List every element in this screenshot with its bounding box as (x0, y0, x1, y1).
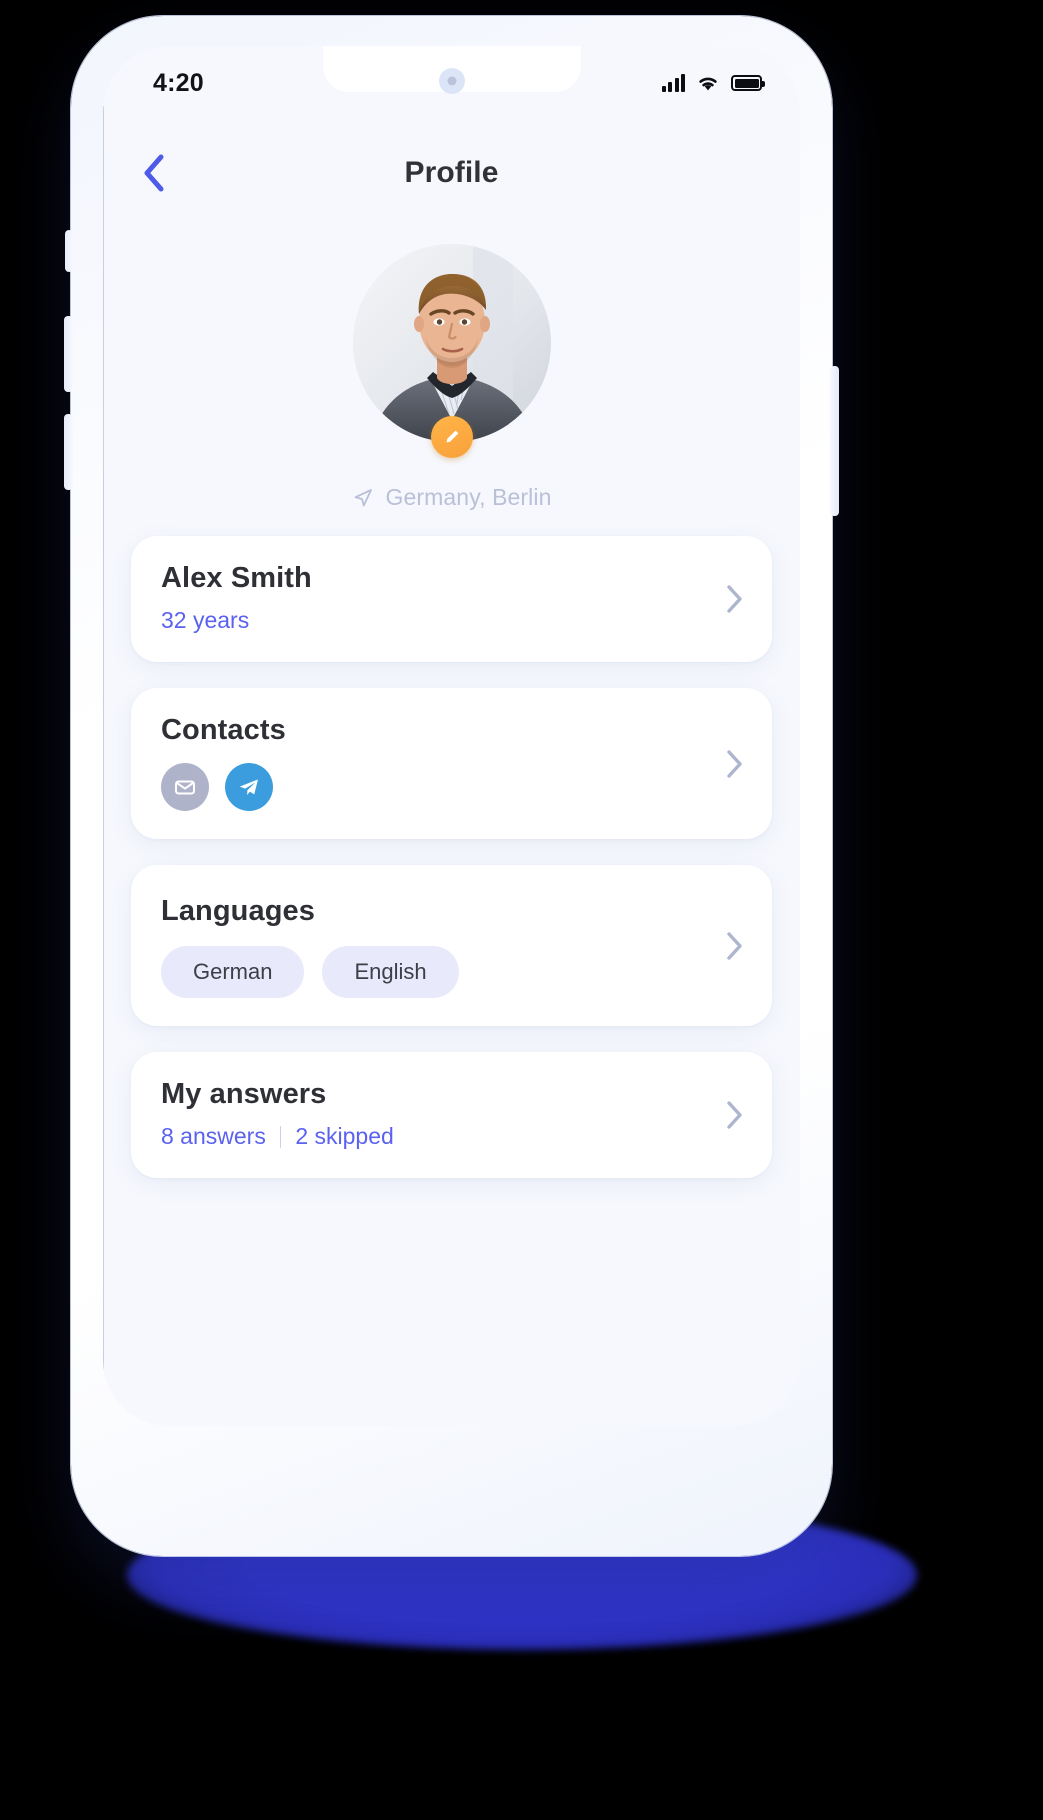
telegram-icon[interactable] (225, 763, 273, 811)
navigation-header: Profile (103, 142, 800, 204)
chevron-right-icon[interactable] (718, 583, 750, 615)
avatar-container (352, 244, 551, 458)
language-chip[interactable]: English (322, 946, 459, 998)
navigation-arrow-icon (354, 488, 372, 506)
skipped-count: 2 skipped (295, 1123, 394, 1149)
languages-title: Languages (161, 895, 315, 927)
chevron-right-icon[interactable] (718, 930, 750, 962)
back-button[interactable] (125, 144, 183, 202)
language-chips-row: German English (161, 946, 742, 998)
phone-screen: 4:20 Profile Germany, Berlin Alex Smith … (103, 46, 800, 1426)
volume-down-button[interactable] (64, 414, 73, 490)
volume-up-button[interactable] (64, 316, 73, 392)
wifi-icon (699, 77, 717, 91)
avatar-photo (352, 244, 551, 442)
user-age: 32 years (161, 607, 250, 633)
card-name[interactable]: Alex Smith 32 years (131, 536, 772, 662)
chevron-right-icon[interactable] (718, 748, 750, 780)
user-name: Alex Smith (161, 562, 312, 594)
card-contacts[interactable]: Contacts (131, 688, 772, 839)
location-text: Germany, Berlin (385, 484, 552, 510)
power-button[interactable] (830, 366, 839, 516)
status-icons (661, 74, 765, 92)
location-row: Germany, Berlin (103, 484, 800, 511)
page-title: Profile (404, 156, 499, 189)
avatar[interactable] (352, 244, 551, 442)
chevron-left-icon (144, 154, 164, 192)
cellular-signal-icon (661, 74, 685, 92)
screenshot-stage: 4:20 Profile Germany, Berlin Alex Smith … (0, 0, 1043, 1820)
answers-meta-row: 8 answers 2 skipped (161, 1123, 742, 1150)
card-languages[interactable]: Languages German English (131, 865, 772, 1026)
profile-cards-list: Alex Smith 32 years Contacts Languages G… (103, 536, 800, 1178)
screen-edge-line (103, 106, 104, 1396)
card-my-answers[interactable]: My answers 8 answers 2 skipped (131, 1052, 772, 1178)
answers-count: 8 answers (161, 1123, 266, 1149)
battery-full-icon (731, 75, 765, 91)
pencil-edit-icon (446, 430, 458, 443)
silent-switch-button[interactable] (65, 230, 73, 272)
status-time: 4:20 (153, 68, 204, 97)
language-chip[interactable]: German (161, 946, 305, 998)
email-icon[interactable] (161, 763, 209, 811)
chevron-right-icon[interactable] (718, 1099, 750, 1131)
contact-icons-row (161, 763, 742, 811)
contacts-title: Contacts (161, 714, 286, 746)
phone-device-mockup: 4:20 Profile Germany, Berlin Alex Smith … (64, 16, 839, 1556)
my-answers-title: My answers (161, 1078, 327, 1110)
status-bar: 4:20 (103, 46, 800, 108)
answers-divider (279, 1125, 282, 1148)
edit-avatar-button[interactable] (430, 416, 473, 458)
